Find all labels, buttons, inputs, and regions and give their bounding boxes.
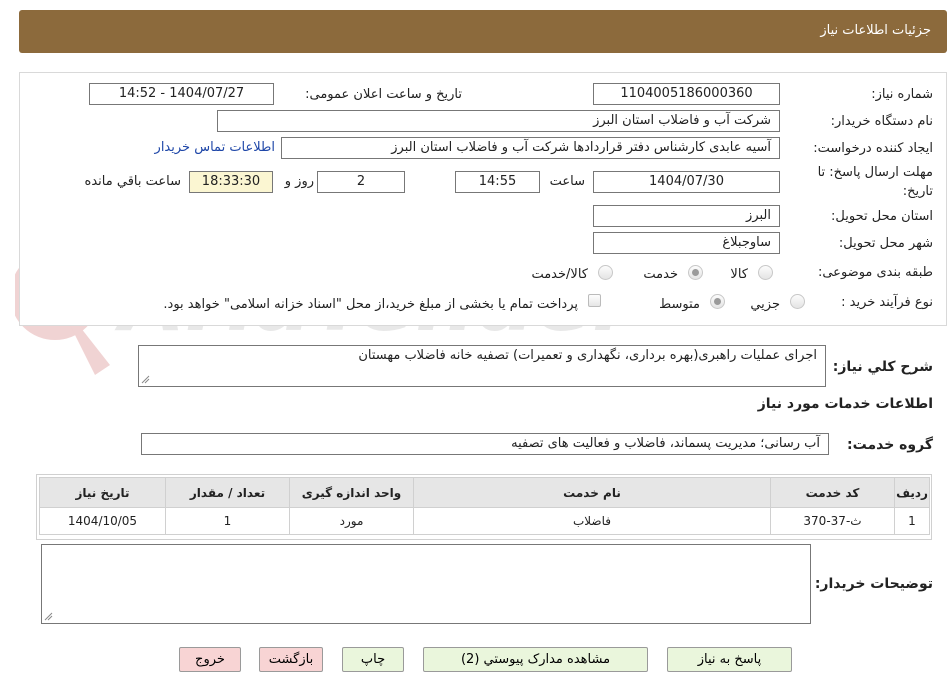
deadline-time-field: 14:55 [455, 171, 540, 193]
deadline-time-label: ساعت [549, 174, 585, 189]
column-header-service-name: نام خدمت [413, 477, 771, 508]
cell-need-date: 1404/10/05 [39, 507, 166, 535]
process-minor-label: جزیي [750, 297, 780, 312]
table-header-row: ردیف کد خدمت نام خدمت واحد اندازه گیری ت… [39, 477, 930, 508]
deadline-label-line1: مهلت ارسال پاسخ: تا [817, 165, 933, 180]
column-header-service-code: کد خدمت [770, 477, 895, 508]
treasury-bonds-checkbox[interactable] [588, 294, 601, 307]
service-group-field: آب رسانی؛ مدیریت پسماند، فاضلاب و فعالیت… [141, 433, 829, 455]
category-goods-service-label: کالا/خدمت [531, 267, 588, 282]
category-label: طبقه بندی موضوعی: [817, 265, 933, 280]
remaining-time-label: ساعت باقي مانده [84, 174, 181, 189]
process-minor-radio[interactable] [790, 294, 805, 309]
cell-service-name: فاضلاب [413, 507, 771, 535]
cell-unit: مورد [289, 507, 414, 535]
exit-button[interactable]: خروج [179, 647, 241, 672]
deadline-label-line2: تاریخ: [902, 184, 933, 199]
announce-datetime-field: 1404/07/27 - 14:52 [89, 83, 274, 105]
buyer-org-label: نام دستگاه خریدار: [830, 114, 933, 129]
announce-datetime-label: تاریخ و ساعت اعلان عمومی: [305, 87, 462, 102]
buyer-org-field: شرکت آب و فاضلاب استان البرز [217, 110, 780, 132]
category-service-radio[interactable] [688, 265, 703, 280]
column-header-unit: واحد اندازه گیری [289, 477, 414, 508]
column-header-need-date: تاریخ نیاز [39, 477, 166, 508]
category-goods-radio[interactable] [758, 265, 773, 280]
resize-grip-icon [44, 612, 53, 621]
deadline-date-field: 1404/07/30 [593, 171, 780, 193]
services-section-title: اطلاعات خدمات مورد نياز [757, 396, 933, 412]
delivery-province-label: استان محل تحویل: [831, 209, 933, 224]
description-textarea[interactable]: اجرای عملیات راهبری(بهره برداری، نگهداری… [138, 345, 826, 387]
column-header-row-number: ردیف [894, 477, 930, 508]
buyer-contact-link[interactable]: اطلاعات تماس خریدار [155, 140, 275, 155]
need-number-label: شماره نیاز: [871, 87, 933, 102]
column-header-quantity: تعداد / مقدار [165, 477, 290, 508]
print-button[interactable]: چاپ [342, 647, 404, 672]
remaining-time-field: 18:33:30 [189, 171, 273, 193]
category-goods-service-radio[interactable] [598, 265, 613, 280]
process-medium-radio[interactable] [710, 294, 725, 309]
reply-to-need-button[interactable]: پاسخ به نیاز [667, 647, 792, 672]
view-attachments-button[interactable]: مشاهده مدارک پیوستي (2) [423, 647, 648, 672]
cell-service-code: ث-37-370 [770, 507, 895, 535]
cell-row-number: 1 [894, 507, 930, 535]
buyer-notes-textarea[interactable] [41, 544, 811, 624]
requester-field: آسیه عابدی کارشناس دفتر قراردادها شرکت آ… [281, 137, 780, 159]
resize-grip-icon [141, 375, 150, 384]
category-goods-label: کالا [730, 267, 748, 282]
remaining-days-field: 2 [317, 171, 405, 193]
treasury-bonds-note: پرداخت تمام یا بخشی از مبلغ خرید،از محل … [163, 297, 578, 312]
services-table: ردیف کد خدمت نام خدمت واحد اندازه گیری ت… [39, 477, 930, 535]
purchase-process-label: نوع فرآیند خرید : [841, 295, 933, 310]
process-medium-label: متوسط [659, 297, 700, 312]
cell-quantity: 1 [165, 507, 290, 535]
service-group-label: گروه خدمت: [847, 437, 933, 453]
delivery-city-field: ساوجبلاغ [593, 232, 780, 254]
delivery-province-field: البرز [593, 205, 780, 227]
page-title: جزئیات اطلاعات نیاز [820, 23, 931, 38]
need-number-field: 1104005186000360 [593, 83, 780, 105]
back-button[interactable]: بازگشت [259, 647, 323, 672]
category-service-label: خدمت [643, 267, 678, 282]
remaining-days-label: روز و [284, 174, 314, 189]
delivery-city-label: شهر محل تحویل: [838, 236, 933, 251]
requester-label: ایجاد کننده درخواست: [813, 141, 933, 156]
description-text: اجرای عملیات راهبری(بهره برداری، نگهداری… [358, 348, 817, 363]
page-header: جزئیات اطلاعات نیاز [19, 10, 947, 53]
buyer-notes-label: توضیحات خریدار: [814, 576, 933, 592]
description-label: شرح كلي نياز: [832, 359, 933, 375]
table-row: 1 ث-37-370 فاضلاب مورد 1 1404/10/05 [39, 507, 930, 535]
